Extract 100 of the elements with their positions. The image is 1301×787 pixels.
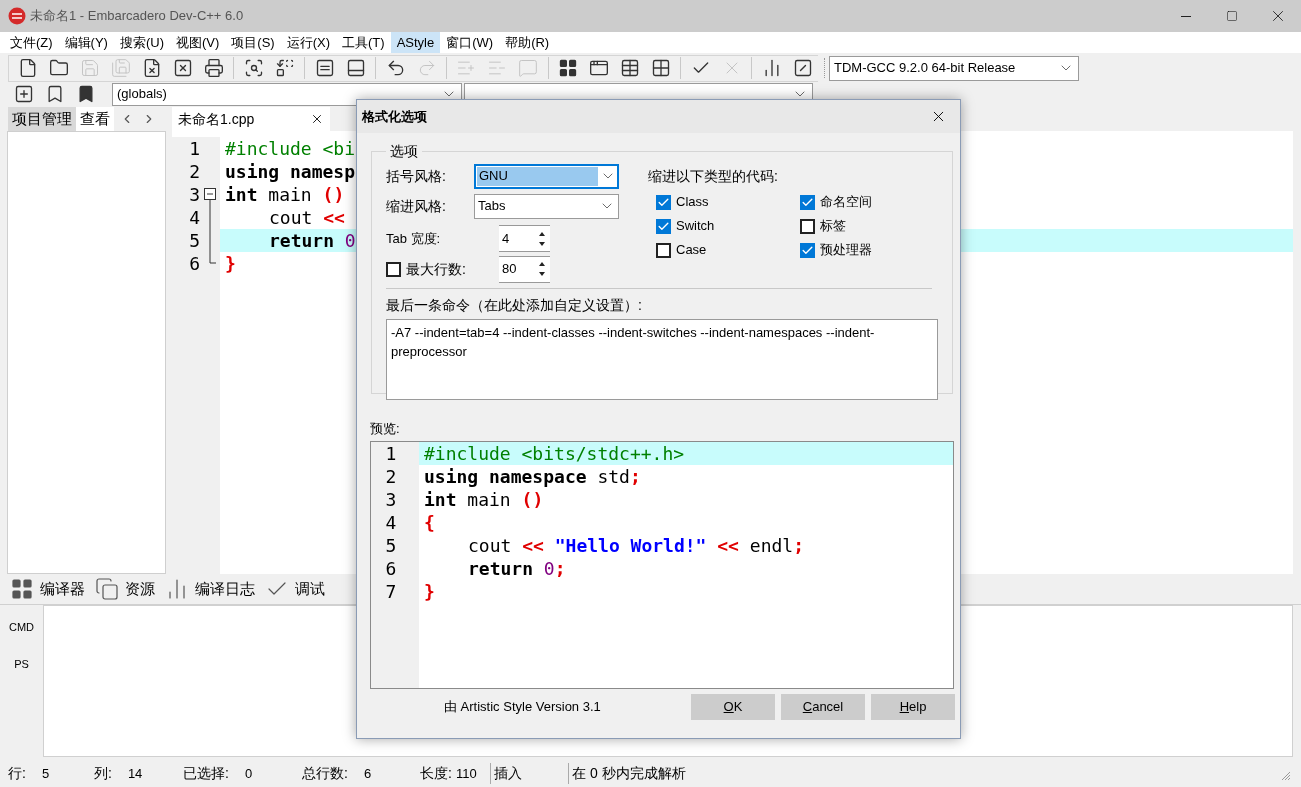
checkbox[interactable]: [656, 218, 671, 234]
menu-item[interactable]: 帮助(R): [499, 32, 556, 53]
status-label: 列:: [94, 764, 112, 783]
command-field[interactable]: -A7 --indent=tab=4 --indent-classes --indent-switches --indent-namespaces --indent-preprocessor: [386, 319, 938, 400]
spin-arrows-icon: [537, 260, 547, 278]
resize-grip-icon: [1281, 771, 1291, 781]
checkbox-label: Class: [676, 193, 709, 212]
status-label: 在 0 秒内完成解析: [572, 764, 686, 783]
dialog-title: 格式化选项: [362, 107, 427, 126]
checkbox-label: 标签: [820, 217, 846, 236]
line-number: 1: [384, 441, 398, 465]
code-line: #include <bits/stdc++.h>: [424, 442, 685, 464]
dialog-button[interactable]: Cancel: [781, 694, 865, 720]
code-line: #include <bi: [225, 138, 356, 159]
status-value: 110: [455, 764, 477, 783]
checkbox[interactable]: [656, 194, 671, 210]
number-spinner[interactable]: 80: [499, 255, 550, 283]
checkbox[interactable]: [656, 242, 671, 258]
panel-tab[interactable]: 项目管理: [8, 107, 76, 131]
side-label: PS: [14, 656, 29, 672]
checkbox-label: Case: [676, 241, 707, 260]
resources-icon: [95, 577, 119, 601]
status-label: 行:: [8, 764, 26, 783]
code-line: return 0;: [467, 557, 566, 579]
status-label: 插入: [494, 764, 522, 783]
minimize-icon: [1181, 15, 1191, 17]
line-number: 6: [384, 556, 398, 580]
compiler-dropdown[interactable]: TDM-GCC 9.2.0 64-bit Release: [829, 55, 1079, 81]
code-line: int main (): [424, 488, 544, 510]
code-line: return 0: [268, 230, 356, 251]
code-line: cout << "Hello World!" << endl;: [467, 534, 804, 556]
group-label: 选项: [389, 142, 419, 161]
number-spinner[interactable]: 4: [499, 225, 550, 252]
menu-item[interactable]: 文件(Z): [4, 32, 59, 53]
checkbox-label: 最大行数:: [406, 259, 466, 279]
checkbox-label: 预处理器: [820, 241, 872, 260]
field-label: 括号风格:: [386, 166, 447, 186]
field-label: Tab 宽度:: [386, 229, 442, 248]
code-line: int main (): [225, 184, 345, 205]
line-number: 1: [188, 137, 200, 160]
editor-tab[interactable]: 未命名1.cpp: [172, 107, 330, 131]
line-number: 2: [384, 464, 398, 488]
menu-item[interactable]: 搜索(U): [113, 32, 170, 53]
dialog-button[interactable]: Help: [871, 694, 955, 720]
preview-label: 预览:: [370, 420, 401, 438]
line-number: 5: [188, 229, 200, 252]
dialog-button[interactable]: OK: [691, 694, 775, 720]
menu-item[interactable]: 运行(X): [280, 32, 337, 53]
status-value: 6: [363, 764, 372, 783]
output-tab[interactable]: 资源: [95, 575, 161, 603]
status-label: 长度:: [420, 764, 452, 783]
window-title: 未命名1 - Embarcadero Dev-C++ 6.0: [30, 7, 244, 26]
panel-tab[interactable]: 查看: [76, 107, 114, 131]
menu-item[interactable]: 视图(V): [170, 32, 226, 53]
status-value: 14: [127, 764, 143, 783]
code-line: }: [424, 580, 435, 602]
section-heading: 缩进以下类型的代码:: [648, 167, 779, 186]
maximize-icon: [1226, 10, 1238, 22]
dropdown[interactable]: GNU: [474, 163, 619, 189]
code-line: using namesp: [225, 161, 356, 182]
menu-item[interactable]: 编辑(Y): [58, 32, 114, 53]
checkbox[interactable]: [800, 218, 815, 234]
code-line: }: [225, 253, 236, 274]
checkbox[interactable]: [800, 242, 815, 258]
side-label: CMD: [8, 620, 35, 635]
line-number: 4: [188, 206, 200, 229]
grid-icon: [10, 577, 34, 601]
code-line: using namespace std;: [424, 465, 641, 487]
scope-dropdown[interactable]: (globals): [112, 82, 462, 106]
field-label: 最后一条命令（在此处添加自定义设置）:: [386, 296, 643, 315]
output-tab[interactable]: 编译器: [10, 575, 91, 603]
checkbox[interactable]: [386, 261, 401, 277]
output-tab[interactable]: 调试: [265, 575, 331, 603]
status-label: 已选择:: [183, 764, 229, 783]
menu-item[interactable]: AStyle: [390, 32, 441, 53]
code-line: cout <<: [268, 207, 345, 228]
line-number: 2: [188, 160, 200, 183]
line-number: 5: [384, 533, 398, 557]
status-value: 5: [41, 764, 50, 783]
checkbox-label: 命名空间: [820, 193, 872, 212]
dropdown[interactable]: Tabs: [474, 193, 619, 219]
line-number: 3: [384, 487, 398, 511]
menu-item[interactable]: 工具(T): [336, 32, 391, 53]
line-number: 7: [384, 579, 398, 603]
version-text: 由 Artistic Style Version 3.1: [444, 698, 602, 717]
field-label: 缩进风格:: [386, 196, 447, 216]
output-tab[interactable]: 编译日志: [165, 575, 261, 603]
line-number: 3: [188, 183, 200, 206]
status-label: 总行数:: [302, 764, 348, 783]
menu-item[interactable]: 项目(S): [225, 32, 281, 53]
status-value: 0: [244, 764, 253, 783]
code-line: {: [424, 511, 435, 533]
line-number: 6: [188, 252, 200, 275]
add-bookmark-icon: [13, 84, 34, 104]
app-logo-icon: [8, 7, 26, 25]
checkbox-label: Switch: [676, 217, 715, 236]
close-icon[interactable]: [310, 112, 324, 126]
menu-item[interactable]: 窗口(W): [440, 32, 500, 53]
line-number: 4: [384, 510, 398, 534]
checkbox[interactable]: [800, 194, 815, 210]
